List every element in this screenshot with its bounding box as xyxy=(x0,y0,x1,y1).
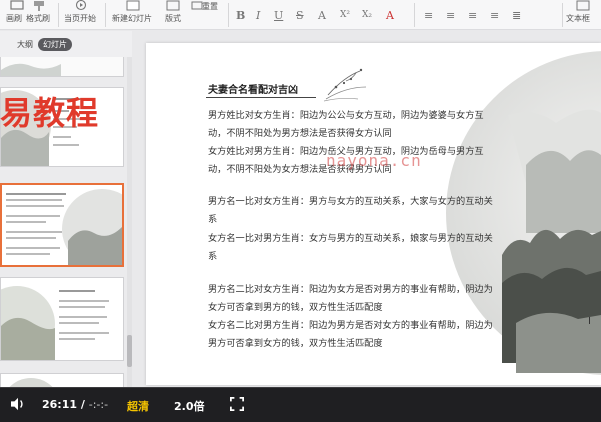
slide-thumbnail[interactable] xyxy=(0,57,124,77)
panel-tabs: 大纲 幻灯片 xyxy=(0,31,132,57)
align-center-icon[interactable]: ≡ xyxy=(446,9,455,22)
justify-icon[interactable]: ≡ xyxy=(490,9,499,22)
align-right-icon[interactable]: ≡ xyxy=(468,9,477,22)
ribbon-label: 版式 xyxy=(165,14,181,23)
brush-icon xyxy=(10,0,24,10)
slide-paragraph: 女方名一比对男方生肖：女方与男方的互动关系，娘家与男方的互动关系 xyxy=(208,233,493,262)
thumbnail-image xyxy=(2,185,122,265)
underline-icon[interactable]: U xyxy=(274,9,283,22)
playback-time: 26:11 / -:-:- xyxy=(42,398,108,411)
playback-speed-selector[interactable]: 2.0倍 xyxy=(174,398,205,414)
video-player-controls: 26:11 / -:-:- 超清 2.0倍 xyxy=(0,388,601,422)
bold-icon[interactable]: B xyxy=(236,9,245,22)
thumbnail-image xyxy=(1,57,123,76)
font-color-icon[interactable]: A xyxy=(386,9,394,22)
slide-paragraph: 男方名二比对女方生肖：阳边为女方是否对男方的事业有帮助，阴边为女方可否拿到男方的… xyxy=(208,284,493,313)
slide-canvas[interactable]: 夫妻合名看配对吉凶 男方姓比对女方生肖：阳边为公公与女方互动，阴边为婆婆与女方互… xyxy=(146,43,601,385)
format-painter-icon xyxy=(34,1,44,11)
slide-paragraph: 男方姓比对女方生肖：阳边为公公与女方互动，阴边为婆婆与女方互动，不阴不阳处为男方… xyxy=(208,110,484,139)
fullscreen-icon[interactable] xyxy=(229,397,245,411)
slide-paragraph: 女方名二比对男方生肖：阳边为男方是否对女方的事业有帮助，阴边为男方可否拿到女方的… xyxy=(208,320,493,349)
slide-paragraph: 男方名一比对女方生肖：男方与女方的互动关系，大家与女方的互动关系 xyxy=(208,196,493,225)
ribbon-label: 文本框 xyxy=(566,14,590,23)
play-from-current-icon xyxy=(75,0,87,11)
video-watermark: nayona.cn xyxy=(326,151,422,170)
slide-title: 夫妻合名看配对吉凶 xyxy=(208,85,298,96)
tab-outline[interactable]: 大纲 xyxy=(12,38,38,51)
thumbnail-image xyxy=(1,374,123,387)
thumbnail-scrollbar[interactable] xyxy=(127,57,132,387)
distribute-icon[interactable]: ≣ xyxy=(512,9,521,22)
ribbon-toolbar: 画刷 格式刷 当页开始 新建幻灯片 版式 重置 B I U S A X² X₂ … xyxy=(0,0,601,30)
slide-thumbnail[interactable] xyxy=(0,277,124,361)
new-slide-icon xyxy=(126,0,140,11)
align-left-icon[interactable]: ≡ xyxy=(424,9,433,22)
current-time: 26:11 xyxy=(42,398,78,411)
ribbon-label: 当页开始 xyxy=(64,14,96,23)
ribbon-divider xyxy=(414,3,415,27)
thumbnail-image xyxy=(1,278,123,360)
slide-thumbnail-selected[interactable] xyxy=(0,183,124,267)
textbox-icon xyxy=(576,0,590,11)
text-cursor-icon: I xyxy=(588,316,591,327)
title-underline xyxy=(206,97,316,98)
ribbon-label: 画刷 xyxy=(6,14,22,23)
ribbon-label: 新建幻灯片 xyxy=(112,14,152,23)
ribbon-divider xyxy=(228,3,229,27)
app-window: 画刷 格式刷 当页开始 新建幻灯片 版式 重置 B I U S A X² X₂ … xyxy=(0,0,601,422)
shadow-text-icon[interactable]: A xyxy=(318,9,326,22)
strikethrough-icon[interactable]: S xyxy=(296,9,304,22)
ribbon-label: 格式刷 xyxy=(26,14,50,23)
ribbon-divider xyxy=(58,3,59,27)
volume-icon[interactable] xyxy=(8,397,28,411)
ribbon-label: 重置 xyxy=(202,2,218,11)
subscript-icon[interactable]: X₂ xyxy=(362,10,372,20)
scrollbar-thumb[interactable] xyxy=(127,335,132,367)
ribbon-divider xyxy=(105,3,106,27)
italic-icon[interactable]: I xyxy=(256,9,260,22)
time-separator: / xyxy=(80,398,85,411)
total-duration: -:-:- xyxy=(88,398,109,411)
overlay-course-title: 易教程 xyxy=(0,94,100,132)
layout-icon xyxy=(166,0,180,11)
slide-thumbnail[interactable] xyxy=(0,373,124,387)
ribbon-divider xyxy=(562,3,563,27)
tab-slides[interactable]: 幻灯片 xyxy=(38,38,72,51)
quality-selector[interactable]: 超清 xyxy=(127,398,149,414)
superscript-icon[interactable]: X² xyxy=(340,10,350,20)
